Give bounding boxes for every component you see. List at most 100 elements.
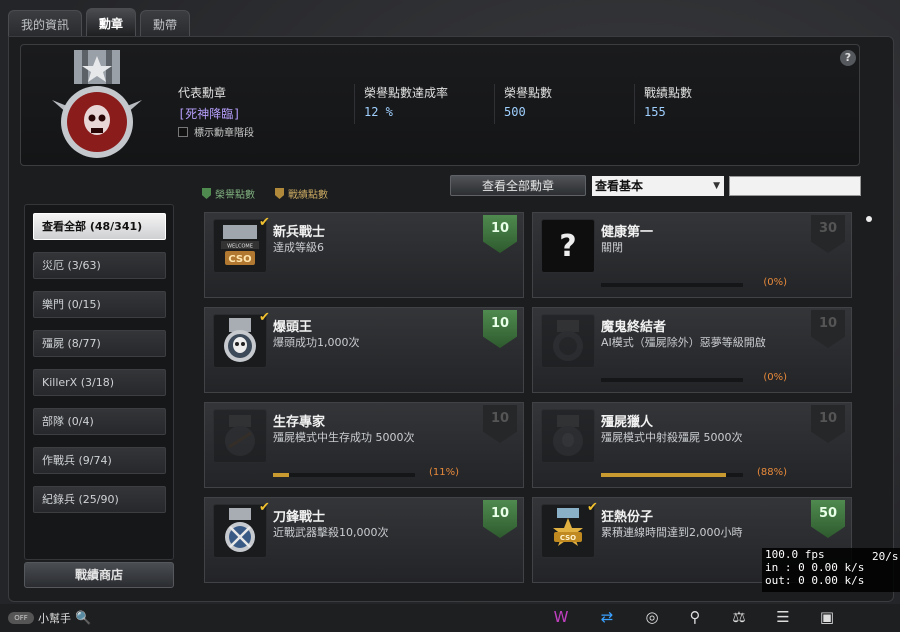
view-filter-select[interactable]: 查看基本 ▼ <box>592 176 724 196</box>
medal-desc: 關閉 <box>601 241 623 254</box>
progress-bar <box>601 283 743 287</box>
demon-medal-icon <box>541 314 595 368</box>
tab-medals[interactable]: 勳章 <box>86 8 137 36</box>
category-all[interactable]: 查看全部 (48/341) <box>33 213 166 240</box>
zombie-hunter-icon <box>541 409 595 463</box>
show-stage-label: 標示勳章階段 <box>194 128 254 139</box>
battle-shop-button[interactable]: 戰績商店 <box>24 562 174 588</box>
legend-honor-label: 榮譽點數 <box>215 190 255 201</box>
medal-card[interactable]: 殭屍獵人 殭屍模式中射殺殭屍 5000次 10 (88%) <box>532 402 852 488</box>
points-badge: 10 <box>483 500 517 538</box>
medal-card[interactable]: WELCOME CSO ✔ 新兵戰士 達成等級6 10 <box>204 212 524 298</box>
progress-bar <box>601 378 743 382</box>
svg-text:CSO: CSO <box>228 254 251 265</box>
gold-shield-icon <box>275 188 284 199</box>
compass-icon[interactable]: ◎ <box>641 606 663 628</box>
points-badge: 30 <box>811 215 845 253</box>
category-disaster[interactable]: 災厄 (3/63) <box>33 252 166 279</box>
divider <box>634 84 635 124</box>
points-badge: 10 <box>483 405 517 443</box>
magnifier-icon[interactable]: 🔍 <box>75 611 91 626</box>
rate-label: 榮譽點數達成率 <box>364 86 449 100</box>
view-all-medals-button[interactable]: 查看全部勳章 <box>450 175 586 196</box>
bottom-toolbar <box>0 604 900 632</box>
battle-value: 155 <box>644 105 666 119</box>
medal-title: 生存專家 <box>273 415 326 430</box>
representative-medal-icon <box>52 50 142 158</box>
tab-my-info[interactable]: 我的資訊 <box>8 10 83 36</box>
medal-card[interactable]: ✔ 刀鋒戰士 近戰武器擊殺10,000次 10 <box>204 497 524 583</box>
medal-desc: 殭屍模式中生存成功 5000次 <box>273 431 415 444</box>
tab-ribbons[interactable]: 勳帶 <box>140 10 191 36</box>
progress-fill <box>273 473 289 477</box>
runner-icon[interactable]: ⚲ <box>684 606 706 628</box>
earned-check-icon: ✔ <box>259 215 270 230</box>
out-line: out: 0 0.00 k/s <box>765 574 865 587</box>
scrollbar-thumb[interactable] <box>866 216 872 222</box>
category-killerx[interactable]: KillerX (3/18) <box>33 369 166 396</box>
progress-percent: (0%) <box>763 277 787 288</box>
category-zombie[interactable]: 殭屍 (8/77) <box>33 330 166 357</box>
show-stage-option[interactable]: 標示勳章階段 <box>178 124 254 139</box>
fps-rate: 20/s <box>872 550 899 563</box>
help-icon[interactable]: ? <box>840 50 856 66</box>
points-badge: 10 <box>483 215 517 253</box>
honor-block: 榮譽點數 500 <box>504 84 552 119</box>
legend-battle: 戰績點數 <box>275 186 328 201</box>
medal-card[interactable]: 生存專家 殭屍模式中生存成功 5000次 10 (11%) <box>204 402 524 488</box>
medal-desc: 爆頭成功1,000次 <box>273 336 360 349</box>
category-operative[interactable]: 作戰兵 (9/74) <box>33 447 166 474</box>
medal-title: 刀鋒戰士 <box>273 510 326 525</box>
category-paradise[interactable]: 樂門 (0/15) <box>33 291 166 318</box>
svg-text:CSO: CSO <box>560 534 576 542</box>
rep-medal-name: [死神降臨] <box>178 107 241 121</box>
progress-percent: (11%) <box>428 467 459 478</box>
honor-label: 榮譽點數 <box>504 86 553 100</box>
svg-text:WELCOME: WELCOME <box>227 244 253 250</box>
progress-percent: (0%) <box>763 372 787 383</box>
category-clan[interactable]: 部隊 (0/4) <box>33 408 166 435</box>
medal-title: 狂熱份子 <box>601 510 654 525</box>
medal-title: 殭屍獵人 <box>601 415 654 430</box>
earned-check-icon: ✔ <box>587 500 598 515</box>
legend-battle-label: 戰績點數 <box>288 190 328 201</box>
progress-fill <box>601 473 726 477</box>
helper-toggle[interactable]: OFF <box>8 612 34 624</box>
medal-card[interactable]: ✔ 爆頭王 爆頭成功1,000次 10 <box>204 307 524 393</box>
medal-title: 爆頭王 <box>273 320 313 335</box>
medal-desc: 累積連線時間達到2,000小時 <box>601 526 743 539</box>
divider <box>354 84 355 124</box>
medal-desc: 近戰武器擊殺10,000次 <box>273 526 389 539</box>
rep-medal-label: 代表勳章 <box>178 86 227 100</box>
medal-card[interactable]: ? 健康第一 關閉 30 (0%) <box>532 212 852 298</box>
tab-bar: 我的資訊 勳章 勳帶 <box>8 8 191 36</box>
calendar-icon[interactable]: ▣ <box>816 606 838 628</box>
points-badge: 10 <box>811 310 845 348</box>
points-badge: 10 <box>483 310 517 348</box>
earned-check-icon: ✔ <box>259 310 270 325</box>
search-input[interactable] <box>729 176 861 196</box>
points-legend: 榮譽點數 戰績點數 <box>202 186 328 201</box>
view-filter-value: 查看基本 <box>595 179 644 193</box>
category-sidebar: 查看全部 (48/341) 災厄 (3/63) 樂門 (0/15) 殭屍 (8/… <box>24 204 174 560</box>
category-recorder[interactable]: 紀錄兵 (25/90) <box>33 486 166 513</box>
honor-value: 500 <box>504 105 526 119</box>
progress-percent: (88%) <box>756 467 787 478</box>
scales-icon[interactable]: ⚖ <box>728 606 750 628</box>
progress-bar <box>601 473 743 477</box>
rep-medal-block: 代表勳章 [死神降臨] <box>178 84 240 122</box>
medal-title: 魔鬼終結者 <box>601 320 667 335</box>
network-stats-overlay: 100.0 fps 20/s in : 0 0.00 k/s out: 0 0.… <box>762 548 900 592</box>
helper-label: 小幫手 <box>38 612 71 625</box>
medal-desc: 殭屍模式中射殺殭屍 5000次 <box>601 431 743 444</box>
show-stage-checkbox[interactable] <box>178 126 188 137</box>
exchange-icon[interactable]: ⇄ <box>596 606 618 628</box>
medal-card[interactable]: 魔鬼終結者 AI模式（殭屍除外）惡夢等級開啟 10 (0%) <box>532 307 852 393</box>
points-badge: 50 <box>811 500 845 538</box>
w-shop-icon[interactable]: W <box>550 606 572 628</box>
list-check-icon[interactable]: ☰ <box>772 606 794 628</box>
battle-label: 戰績點數 <box>644 86 693 100</box>
green-shield-icon <box>202 188 211 199</box>
rate-value: 12 % <box>364 105 393 119</box>
legend-honor: 榮譽點數 <box>202 186 255 201</box>
